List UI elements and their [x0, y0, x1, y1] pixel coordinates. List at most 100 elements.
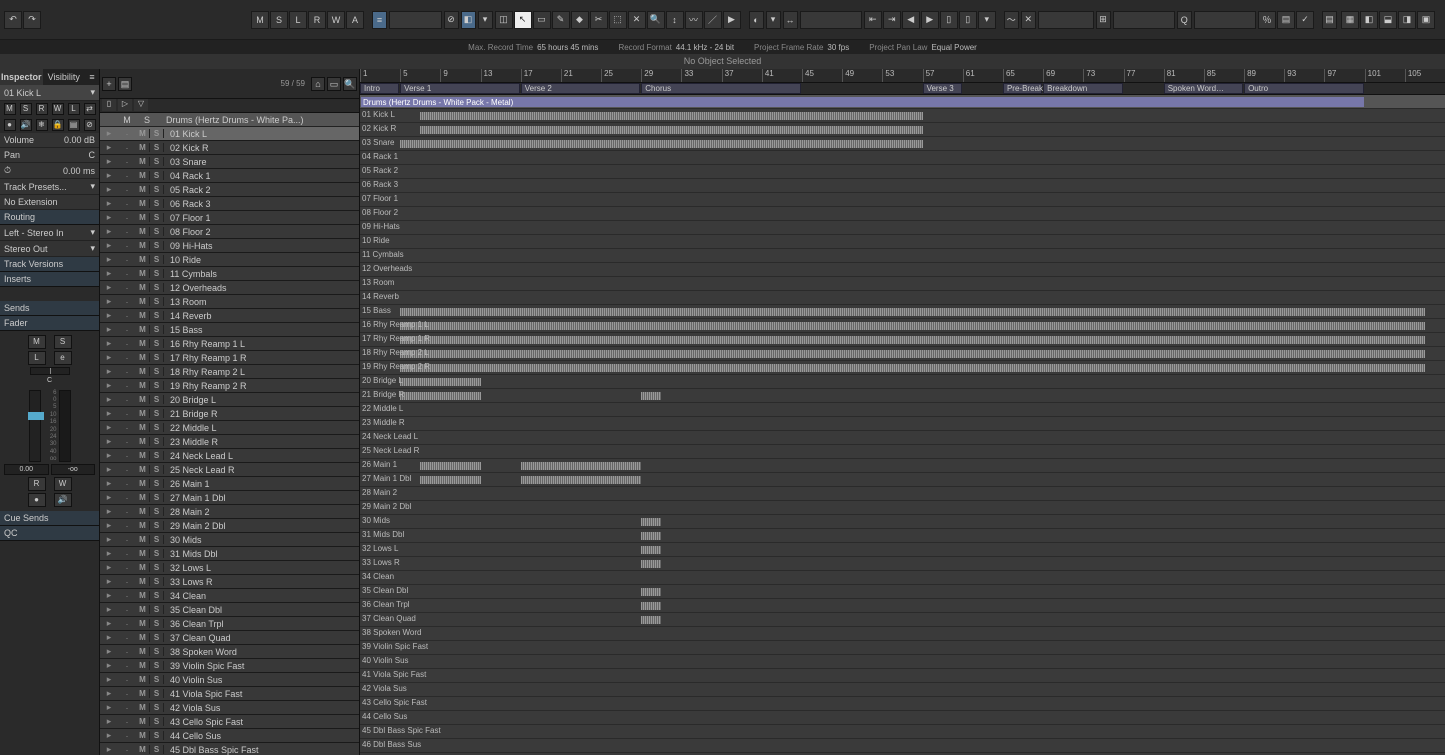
nudge-start-icon[interactable]: ⇤: [864, 11, 882, 29]
add-track-button[interactable]: +: [102, 77, 116, 91]
lane-row[interactable]: 23 Middle R: [360, 417, 1445, 431]
tool-selector-icon[interactable]: ◫: [495, 11, 513, 29]
expand-icon[interactable]: ▸: [100, 520, 118, 531]
automation-icon[interactable]: ·: [118, 451, 136, 461]
track-mute-button[interactable]: M: [136, 605, 150, 614]
track-mute-button[interactable]: M: [136, 535, 150, 544]
expand-icon[interactable]: ▸: [100, 646, 118, 657]
automation-icon[interactable]: ·: [118, 171, 136, 181]
audio-clip[interactable]: [400, 140, 922, 148]
track-row[interactable]: ▸ · M S 10 Ride: [100, 253, 359, 267]
marker[interactable]: Outro: [1244, 83, 1364, 94]
marker[interactable]: Intro: [360, 83, 399, 94]
track-solo-button[interactable]: S: [150, 171, 164, 180]
lane-row[interactable]: 05 Rack 2: [360, 165, 1445, 179]
track-solo-button[interactable]: S: [150, 521, 164, 530]
expand-icon[interactable]: ▸: [100, 604, 118, 615]
lane-row[interactable]: 25 Neck Lead R: [360, 445, 1445, 459]
expand-icon[interactable]: ▸: [100, 506, 118, 517]
lane-row[interactable]: 30 Mids: [360, 515, 1445, 529]
audio-clip[interactable]: [641, 588, 661, 596]
audio-clip[interactable]: [641, 518, 661, 526]
inserts-section[interactable]: Inserts: [0, 272, 99, 287]
redo-button[interactable]: ↷: [23, 11, 41, 29]
track-presets-row[interactable]: Track Presets...▾: [0, 179, 99, 195]
lane-row[interactable]: 09 Hi-Hats: [360, 221, 1445, 235]
automation-icon[interactable]: ·: [118, 675, 136, 685]
audio-clip[interactable]: [641, 392, 661, 400]
audio-clip[interactable]: [420, 462, 480, 470]
track-row[interactable]: ▸ · M S 26 Main 1: [100, 477, 359, 491]
track-solo-button[interactable]: S: [150, 325, 164, 334]
insp-s-button[interactable]: S: [20, 103, 32, 115]
track-mute-button[interactable]: M: [136, 521, 150, 530]
fader-mon-button[interactable]: 🔊: [54, 493, 72, 507]
fader-slider[interactable]: [29, 390, 41, 462]
expand-icon[interactable]: ▸: [100, 352, 118, 363]
erase-tool-icon[interactable]: ◆: [571, 11, 589, 29]
track-mute-button[interactable]: M: [136, 395, 150, 404]
track-row[interactable]: ▸ · M S 27 Main 1 Dbl: [100, 491, 359, 505]
color-tool-icon[interactable]: ◧: [461, 11, 476, 29]
track-mute-button[interactable]: M: [136, 143, 150, 152]
automation-icon[interactable]: ·: [118, 619, 136, 629]
expand-icon[interactable]: ▸: [100, 310, 118, 321]
comp-tool-icon[interactable]: ↕: [666, 11, 684, 29]
track-row[interactable]: ▸ · M S 44 Cello Sus: [100, 729, 359, 743]
track-mute-button[interactable]: M: [136, 675, 150, 684]
track-mute-button[interactable]: M: [136, 325, 150, 334]
track-mute-button[interactable]: M: [136, 339, 150, 348]
tab-inspector[interactable]: Inspector: [0, 69, 43, 85]
track-solo-button[interactable]: S: [150, 423, 164, 432]
nudge-left-icon[interactable]: ◀: [902, 11, 920, 29]
track-row[interactable]: ▸ · M S 15 Bass: [100, 323, 359, 337]
audio-clip[interactable]: [420, 476, 480, 484]
track-mute-button[interactable]: M: [136, 129, 150, 138]
open-editor-icon[interactable]: ▤: [1322, 11, 1337, 29]
arrow-tool-icon[interactable]: ↖: [514, 11, 532, 29]
expand-icon[interactable]: ▸: [100, 394, 118, 405]
automation-icon[interactable]: ·: [118, 311, 136, 321]
expand-icon[interactable]: ▸: [100, 338, 118, 349]
quantize-select[interactable]: Use Quantize: [1113, 11, 1175, 29]
filter-3-icon[interactable]: ▽: [134, 99, 148, 111]
automation-mode-select[interactable]: Touch: [389, 11, 442, 29]
expand-icon[interactable]: ▸: [100, 324, 118, 335]
lane-row[interactable]: 06 Rack 3: [360, 179, 1445, 193]
solo-button[interactable]: S: [270, 11, 288, 29]
track-mute-button[interactable]: M: [136, 465, 150, 474]
automation-icon[interactable]: ·: [118, 437, 136, 447]
fader-e-button[interactable]: e: [54, 351, 72, 365]
lane-row[interactable]: 18 Rhy Reamp 2 L: [360, 347, 1445, 361]
track-solo-button[interactable]: S: [150, 577, 164, 586]
expand-icon[interactable]: ▸: [100, 618, 118, 629]
qc-section[interactable]: QC: [0, 526, 99, 541]
audio-clip[interactable]: [400, 392, 480, 400]
lane-row[interactable]: 34 Clean: [360, 571, 1445, 585]
snap-grid-icon[interactable]: ✕: [1021, 11, 1036, 29]
insp-r-button[interactable]: R: [36, 103, 48, 115]
track-solo-button[interactable]: S: [150, 675, 164, 684]
expand-icon[interactable]: ▸: [100, 198, 118, 209]
inspector-expand-icon[interactable]: ▾: [90, 87, 95, 98]
nudge-end-icon[interactable]: ⇥: [883, 11, 901, 29]
ruler[interactable]: 1591317212529333741454953576165697377818…: [360, 69, 1445, 83]
track-solo-button[interactable]: S: [150, 255, 164, 264]
insp-lane-button[interactable]: ▤: [68, 119, 80, 131]
insp-w-button[interactable]: W: [52, 103, 64, 115]
track-mute-button[interactable]: M: [136, 227, 150, 236]
automation-icon[interactable]: ·: [118, 493, 136, 503]
track-solo-button[interactable]: S: [150, 437, 164, 446]
track-solo-button[interactable]: S: [150, 605, 164, 614]
automation-panel-icon[interactable]: ≡: [372, 11, 387, 29]
insp-bypass-button[interactable]: ⊘: [84, 119, 96, 131]
expand-icon[interactable]: ▸: [100, 240, 118, 251]
track-solo-button[interactable]: S: [150, 395, 164, 404]
track-mute-button[interactable]: M: [136, 591, 150, 600]
marker[interactable]: Spoken Word…: [1164, 83, 1243, 94]
track-mute-button[interactable]: M: [136, 381, 150, 390]
track-solo-button[interactable]: S: [150, 199, 164, 208]
lane-row[interactable]: 14 Reverb: [360, 291, 1445, 305]
lane-row[interactable]: 03 Snare: [360, 137, 1445, 151]
track-mute-button[interactable]: M: [136, 731, 150, 740]
